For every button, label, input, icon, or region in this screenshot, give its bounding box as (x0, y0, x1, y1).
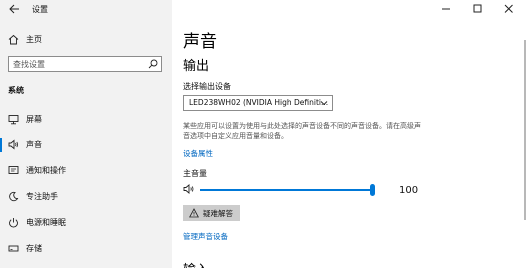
sidebar-home-label: 主页 (26, 35, 42, 44)
chevron-down-icon (320, 101, 328, 106)
sidebar-item-label: 屏幕 (26, 115, 42, 124)
search-icon[interactable] (148, 59, 158, 69)
display-icon (8, 115, 19, 125)
warning-icon (189, 208, 199, 218)
minimize-icon[interactable] (439, 2, 453, 16)
manage-sound-devices-link[interactable]: 管理声音设备 (183, 231, 228, 242)
sidebar-item-sound[interactable]: 声音 (0, 135, 172, 155)
input-section-title: 输入 (183, 259, 209, 268)
sidebar-item-label: 通知和操作 (26, 166, 66, 175)
active-indicator (0, 138, 2, 152)
sidebar-item-power[interactable]: 电源和睡眠 (0, 213, 172, 233)
troubleshoot-button[interactable]: 疑难解答 (183, 205, 240, 221)
sidebar-item-label: 声音 (26, 140, 42, 149)
sidebar-item-label: 电源和睡眠 (26, 218, 66, 227)
sidebar: 设置 主页 查找设置 系统 屏幕 声音 通知和操作 专注助手 电源和睡眠 存储 (0, 0, 172, 268)
output-section-title: 输出 (183, 59, 210, 74)
sidebar-section-system: 系统 (8, 86, 24, 95)
volume-value: 100 (399, 185, 419, 196)
search-placeholder: 查找设置 (13, 60, 45, 69)
focus-moon-icon (9, 191, 19, 202)
maximize-icon[interactable] (471, 2, 485, 16)
master-volume-label: 主音量 (183, 169, 207, 178)
home-icon (8, 34, 19, 45)
output-device-label: 选择输出设备 (183, 82, 231, 91)
sidebar-item-label: 存储 (26, 244, 42, 253)
speaker-icon (8, 139, 18, 150)
volume-speaker-icon[interactable] (183, 183, 195, 195)
sidebar-item-notifications[interactable]: 通知和操作 (0, 161, 172, 181)
troubleshoot-label: 疑难解答 (203, 209, 233, 218)
volume-slider[interactable] (200, 184, 375, 196)
search-input[interactable]: 查找设置 (8, 56, 162, 72)
back-arrow-icon[interactable] (8, 3, 20, 15)
volume-slider-thumb[interactable] (370, 184, 375, 196)
window-title: 设置 (32, 5, 48, 14)
device-properties-link[interactable]: 设备属性 (183, 148, 213, 159)
output-info-text: 某些应用可以设置为使用与此处选择的声音设备不同的声音设备。请在高级声音选项中自定… (183, 122, 421, 140)
page-title: 声音 (183, 32, 217, 52)
sidebar-home[interactable]: 主页 (0, 30, 172, 50)
storage-icon (8, 245, 19, 252)
sidebar-item-display[interactable]: 屏幕 (0, 110, 172, 130)
sidebar-item-storage[interactable]: 存储 (0, 239, 172, 259)
output-device-dropdown[interactable]: LED238WH02 (NVIDIA High Definiti... (183, 95, 333, 111)
close-icon[interactable] (502, 2, 516, 16)
power-icon (9, 218, 18, 228)
sidebar-item-focus-assist[interactable]: 专注助手 (0, 187, 172, 207)
volume-slider-fill (200, 189, 372, 191)
title-bar: 设置 (0, 0, 172, 18)
main-content: 声音 输出 选择输出设备 LED238WH02 (NVIDIA High Def… (172, 0, 526, 268)
window-controls (436, 0, 526, 18)
output-device-value: LED238WH02 (NVIDIA High Definiti... (189, 98, 329, 107)
sidebar-item-label: 专注助手 (26, 192, 58, 201)
notification-icon (8, 166, 19, 174)
